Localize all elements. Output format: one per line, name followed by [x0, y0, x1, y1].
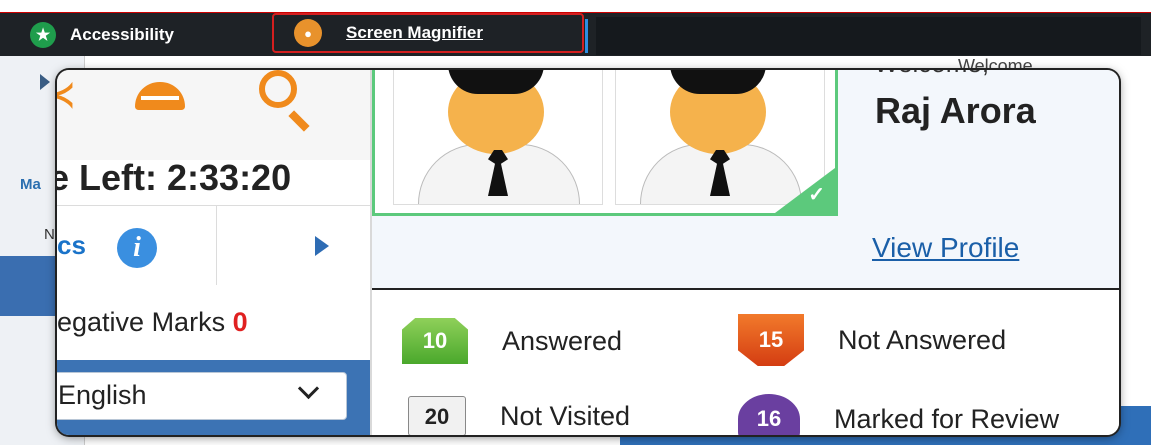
answered-label: Answered [502, 325, 623, 356]
info-icon[interactable]: i [117, 228, 157, 268]
profile-photo-frame: ✓ [372, 70, 838, 216]
accessibility-icon: ★ [30, 22, 56, 48]
magnifier-icon: ● [294, 19, 322, 47]
not-answered-count-badge: 15 [738, 314, 804, 366]
language-bar: English [57, 360, 370, 435]
toolbar-empty-area [596, 17, 1141, 55]
chevron-down-icon [297, 377, 320, 400]
not-visited-count-badge: 20 [408, 396, 466, 435]
screen-magnifier-button[interactable]: ● Screen Magnifier [272, 13, 584, 53]
accessibility-label: Accessibility [70, 25, 174, 44]
language-selected: English [58, 380, 147, 410]
answered-count-badge: 10 [402, 318, 468, 364]
legend-not-visited: 20 Not Visited [408, 396, 630, 435]
marked-count-badge: 16 [738, 394, 800, 435]
section-divider [216, 206, 217, 286]
toolbar-divider [585, 19, 588, 53]
question-status-legend: 10 Answered 15 Not Answered 20 Not Visit… [372, 288, 1119, 435]
magnifier-window[interactable]: ≺ e Left: 2:33:20 cs i egative Marks 0 E… [57, 70, 1119, 435]
legend-marked-for-review: 16 Marked for Review [738, 394, 1059, 435]
not-visited-label: Not Visited [500, 400, 631, 431]
avatar [393, 70, 603, 205]
protractor-icon[interactable] [135, 82, 185, 110]
legend-not-answered: 15 Not Answered [738, 314, 1006, 366]
welcome-text: Welcome, [874, 70, 989, 79]
chevron-right-icon[interactable] [315, 236, 329, 256]
user-name: Raj Arora [875, 90, 1036, 131]
search-icon[interactable] [259, 70, 297, 108]
accessibility-toolbar: ★ Accessibility ● Screen Magnifier [0, 12, 1151, 57]
background-tab-label: Ma [20, 176, 41, 193]
section-tab-label[interactable]: cs [57, 230, 86, 261]
collapse-arrow-icon[interactable] [40, 74, 50, 90]
not-answered-label: Not Answered [838, 324, 1007, 355]
verified-corner [775, 168, 835, 213]
negative-marks-value: 0 [232, 307, 248, 337]
negative-marks-label: egative Marks [57, 307, 233, 337]
time-left-value: 2:33:20 [167, 157, 292, 198]
time-left-label: e Left: [57, 157, 168, 198]
section-tabs: cs i [57, 205, 370, 287]
screen-magnifier-label: Screen Magnifier [346, 23, 483, 42]
tools-strip: ≺ [57, 70, 370, 160]
time-left: e Left: 2:33:20 [57, 150, 370, 205]
top-cropped-text [0, 0, 1151, 12]
background-blue-bar [0, 256, 60, 316]
view-profile-link[interactable]: View Profile [872, 232, 1019, 264]
language-select[interactable]: English [57, 372, 347, 420]
marked-label: Marked for Review [834, 404, 1060, 434]
accessibility-button[interactable]: ★ Accessibility [30, 13, 174, 57]
background-column-letter: N [44, 226, 55, 243]
profile-panel: ✓ Welcome, Raj Arora View Profile [372, 70, 1119, 288]
tool-icon-partial[interactable]: ≺ [57, 75, 76, 115]
negative-marks: egative Marks 0 [57, 285, 370, 360]
legend-answered: 10 Answered [402, 318, 622, 364]
checkmark-icon: ✓ [808, 184, 825, 206]
